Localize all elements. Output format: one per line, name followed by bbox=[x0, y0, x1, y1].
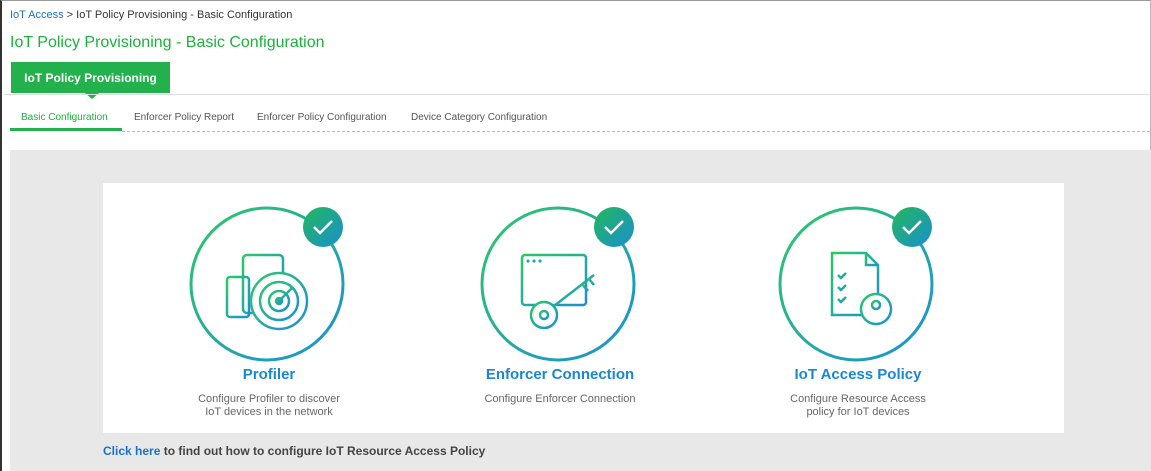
breadcrumb-current: IoT Policy Provisioning - Basic Configur… bbox=[76, 9, 293, 21]
feature-iot-access-policy[interactable]: IoT Access Policy Configure Resource Acc… bbox=[758, 183, 958, 433]
profiler-description: Configure Profiler to discover IoT devic… bbox=[198, 393, 340, 418]
subtab-dashed-divider bbox=[122, 131, 1150, 132]
feature-card: Profiler Configure Profiler to discover … bbox=[103, 183, 1064, 433]
tab-iot-policy-provisioning[interactable]: IoT Policy Provisioning bbox=[11, 62, 170, 99]
subtab-bar: Basic Configuration Enforcer Policy Repo… bbox=[10, 112, 1150, 132]
iot-access-policy-description: Configure Resource Access policy for IoT… bbox=[790, 393, 926, 418]
breadcrumb-separator: > bbox=[63, 9, 77, 21]
profiler-title[interactable]: Profiler bbox=[169, 366, 369, 383]
tab-divider bbox=[4, 94, 1151, 95]
breadcrumb: IoT Access > IoT Policy Provisioning - B… bbox=[10, 9, 292, 21]
document-lock-icon bbox=[778, 206, 934, 362]
config-panel: Profiler Configure Profiler to discover … bbox=[10, 150, 1151, 471]
iot-access-policy-title[interactable]: IoT Access Policy bbox=[758, 366, 958, 383]
subtab-enforcer-policy-report[interactable]: Enforcer Policy Report bbox=[134, 112, 234, 123]
help-text: to find out how to configure IoT Resourc… bbox=[160, 444, 486, 458]
devices-radar-icon bbox=[189, 206, 345, 362]
feature-enforcer-connection[interactable]: Enforcer Connection Configure Enforcer C… bbox=[460, 183, 660, 433]
browser-key-icon bbox=[480, 206, 636, 362]
click-here-link[interactable]: Click here bbox=[103, 444, 160, 458]
subtab-basic-configuration[interactable]: Basic Configuration bbox=[21, 112, 108, 123]
tab-iot-policy-provisioning-label: IoT Policy Provisioning bbox=[24, 70, 157, 85]
feature-profiler[interactable]: Profiler Configure Profiler to discover … bbox=[169, 183, 369, 433]
subtab-device-category-configuration[interactable]: Device Category Configuration bbox=[411, 112, 547, 123]
breadcrumb-iot-access-link[interactable]: IoT Access bbox=[10, 9, 64, 21]
page-title: IoT Policy Provisioning - Basic Configur… bbox=[10, 34, 325, 51]
help-line: Click here to find out how to configure … bbox=[103, 444, 485, 458]
enforcer-connection-description: Configure Enforcer Connection bbox=[484, 393, 636, 405]
subtab-active-underline bbox=[10, 128, 122, 131]
subtab-enforcer-policy-configuration[interactable]: Enforcer Policy Configuration bbox=[257, 112, 387, 123]
enforcer-connection-title[interactable]: Enforcer Connection bbox=[460, 366, 660, 383]
